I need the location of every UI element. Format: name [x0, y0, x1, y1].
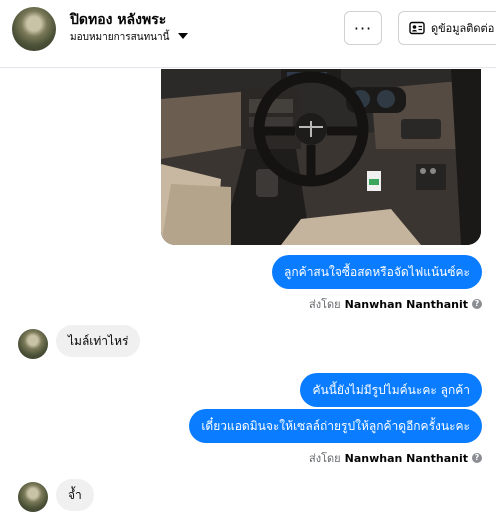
more-options-label: ··· [353, 18, 373, 38]
view-contact-label: ดูข้อมูลติดต่อ [431, 22, 495, 35]
sender-name: Nanwhan Nanthanit [344, 451, 468, 465]
sent-by-prefix: ส่งโดย [309, 452, 341, 465]
contact-avatar-small[interactable] [18, 329, 48, 359]
contact-avatar-small[interactable] [18, 482, 48, 512]
outgoing-message[interactable]: ลูกค้าสนใจซื้อสดหรือจัดไฟแน้นซ์คะ [272, 255, 482, 289]
outgoing-message[interactable]: คันนี้ยังไม่มีรูปไมค์นะคะ ลูกค้า [300, 373, 482, 407]
contact-name[interactable]: ปิดทอง หลังพระ [70, 9, 166, 31]
sent-by-label: ส่งโดย Nanwhan Nanthanit ? [309, 449, 482, 467]
car-interior-image [161, 69, 481, 245]
more-options-button[interactable]: ··· [344, 11, 382, 45]
message-text: เดี๋ยวแอดมินจะให้เซลล์ถ่ายรูปให้ลูกค้าดู… [201, 419, 470, 433]
info-icon[interactable]: ? [472, 453, 482, 463]
sent-by-prefix: ส่งโดย [309, 298, 341, 311]
message-text: ลูกค้าสนใจซื้อสดหรือจัดไฟแน้นซ์คะ [284, 265, 470, 279]
message-text: ไมล์เท่าไหร่ [68, 334, 129, 348]
message-text: คันนี้ยังไม่มีรูปไมค์นะคะ ลูกค้า [312, 383, 470, 397]
message-text: จ้ำ [68, 488, 82, 502]
view-contact-button[interactable]: ดูข้อมูลติดต่อ [398, 11, 496, 45]
incoming-message[interactable]: ไมล์เท่าไหร่ [56, 325, 141, 357]
contact-avatar[interactable] [12, 7, 56, 51]
sender-name: Nanwhan Nanthanit [344, 297, 468, 311]
contact-card-icon [409, 21, 425, 35]
sent-by-label: ส่งโดย Nanwhan Nanthanit ? [309, 295, 482, 313]
chevron-down-icon[interactable] [178, 33, 188, 39]
outgoing-message[interactable]: เดี๋ยวแอดมินจะให้เซลล์ถ่ายรูปให้ลูกค้าดู… [189, 409, 482, 443]
assign-conversation-label[interactable]: มอบหมายการสนทนานี้ [70, 30, 169, 45]
car-interior-photo[interactable] [161, 69, 481, 245]
incoming-message[interactable]: จ้ำ [56, 479, 94, 511]
info-icon[interactable]: ? [472, 299, 482, 309]
conversation-header: ปิดทอง หลังพระ มอบหมายการสนทนานี้ ··· ดู… [0, 0, 496, 68]
